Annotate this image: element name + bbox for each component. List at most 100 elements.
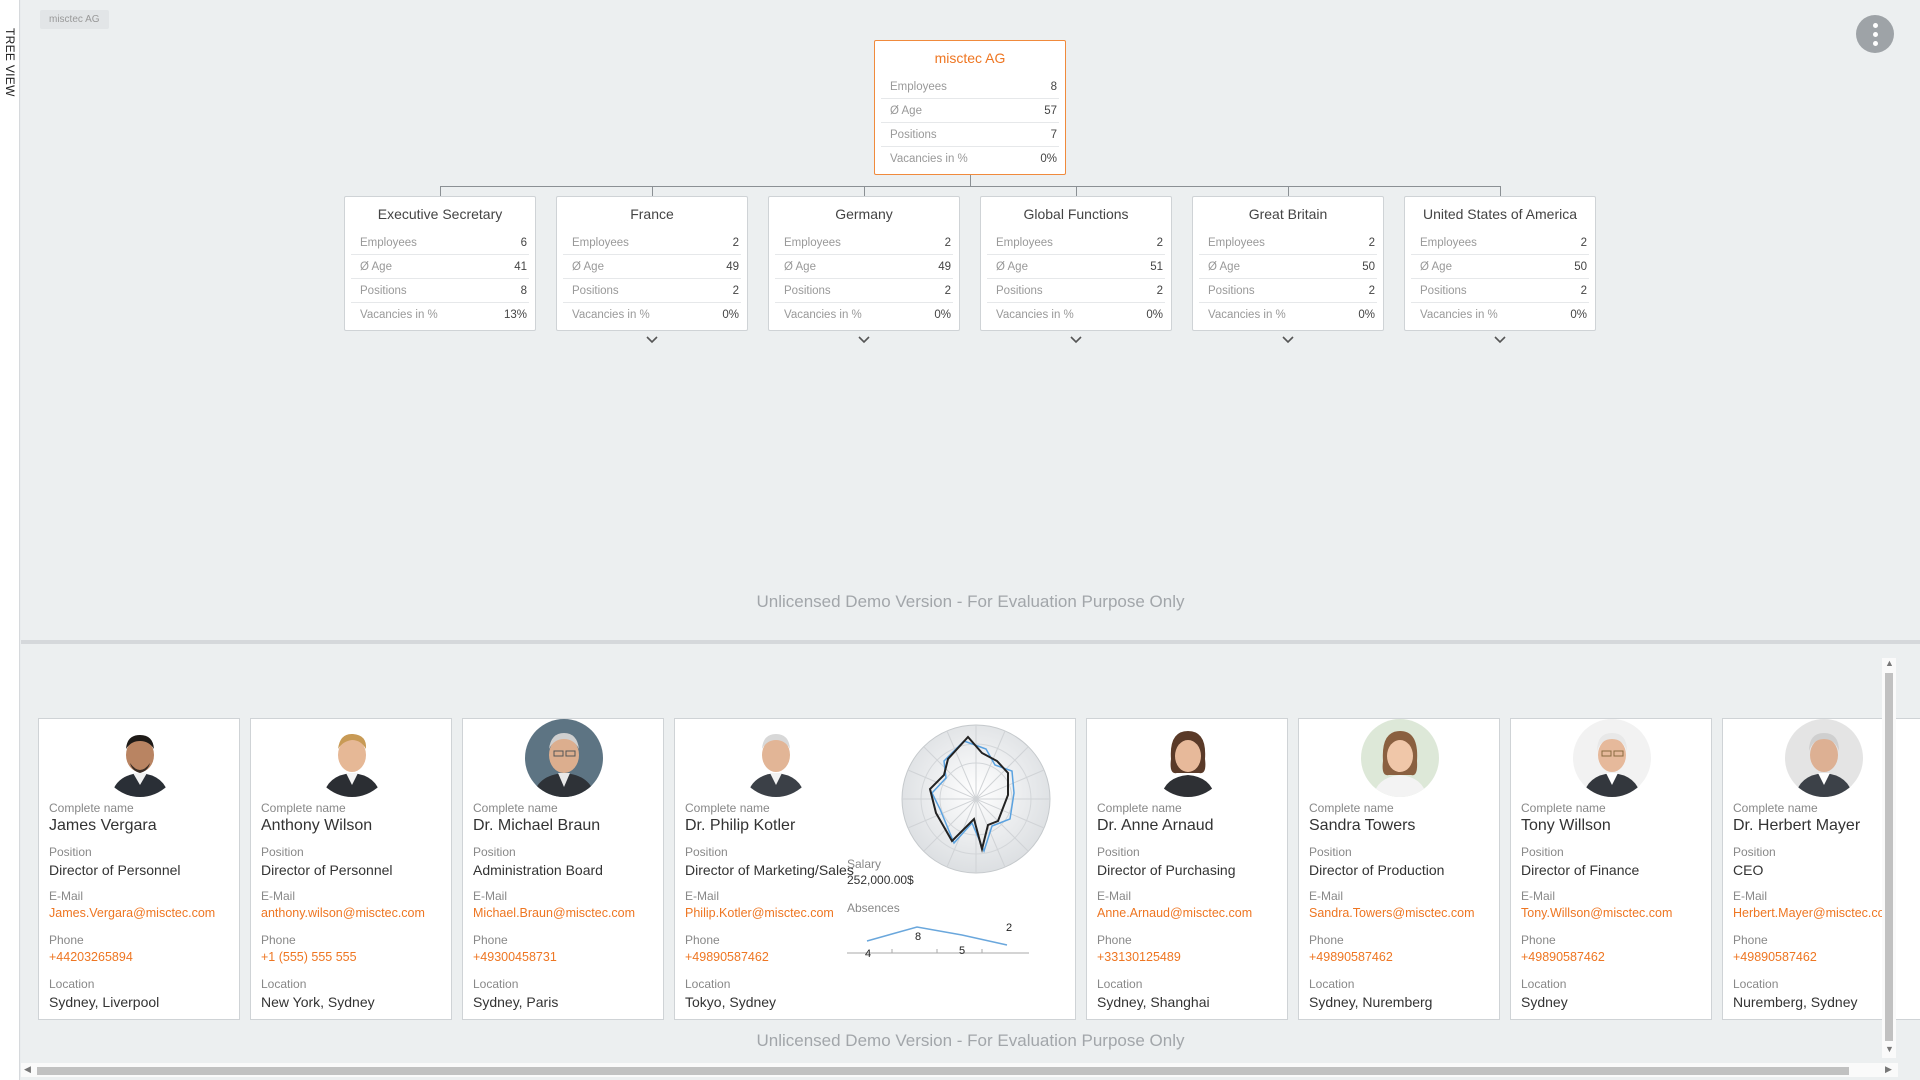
tree-view-label[interactable]: TREE VIEW xyxy=(3,28,17,97)
employee-email[interactable]: anthony.wilson@misctec.com xyxy=(261,906,425,920)
employee-email[interactable]: Michael.Braun@misctec.com xyxy=(473,906,635,920)
scroll-right-icon[interactable]: ▶ xyxy=(1885,1064,1892,1075)
node-title: Global Functions xyxy=(1023,206,1129,222)
label-phone: Phone xyxy=(1521,933,1556,947)
chevron-down-icon[interactable] xyxy=(644,332,660,348)
label-location: Location xyxy=(685,977,731,991)
kpi-label: Employees xyxy=(1208,237,1265,249)
org-node-great-britain[interactable]: Great Britain Employees 2 Ø Age 50 Positio… xyxy=(1192,196,1384,331)
more-vertical-icon[interactable] xyxy=(1856,15,1894,53)
absence-value: 2 xyxy=(1006,922,1013,934)
label-location: Location xyxy=(473,977,519,991)
kpi-employees: Employees 2 xyxy=(1199,231,1377,255)
employee-email[interactable]: Tony.Willson@misctec.com xyxy=(1521,906,1672,920)
scroll-up-icon[interactable]: ▲ xyxy=(1885,658,1894,668)
kpi-label: Vacancies in % xyxy=(1208,309,1286,321)
employee-card-expanded[interactable]: Complete name Dr. Philip Kotler Position… xyxy=(674,718,1076,1020)
kpi-label: Employees xyxy=(360,237,417,249)
chevron-down-icon[interactable] xyxy=(1280,332,1296,348)
kpi-positions: Positions 7 xyxy=(881,123,1059,147)
kpi-value: 50 xyxy=(1574,261,1587,273)
employee-position: CEO xyxy=(1733,862,1764,878)
employee-email[interactable]: Anne.Arnaud@misctec.com xyxy=(1097,906,1252,920)
employee-location: Tokyo, Sydney xyxy=(685,994,777,1010)
org-node-executive-secretary[interactable]: Executive Secretary Employees 6 Ø Age 41 P… xyxy=(344,196,536,331)
kpi-positions: Positions 2 xyxy=(1199,279,1377,303)
kpi-value: 57 xyxy=(1044,105,1057,117)
employee-position: Director of Finance xyxy=(1521,862,1640,878)
label-complete-name: Complete name xyxy=(1309,801,1394,815)
label-email: E-Mail xyxy=(473,889,508,903)
scrollbar-thumb[interactable] xyxy=(1885,673,1893,1041)
label-location: Location xyxy=(49,977,95,991)
employee-name: Dr. Michael Braun xyxy=(473,817,601,834)
breadcrumb[interactable]: misctec AG xyxy=(40,10,109,29)
horizontal-scrollbar[interactable]: ◀ ▶ xyxy=(21,1063,1898,1077)
salary-value: 252,000.00$ xyxy=(847,873,914,887)
employee-card[interactable]: Complete name Dr. Michael Braun Position… xyxy=(462,718,664,1020)
employee-position: Director of Personnel xyxy=(261,862,393,878)
employee-card[interactable]: Complete name Anthony Wilson Position Di… xyxy=(250,718,452,1020)
label-phone: Phone xyxy=(685,933,720,947)
employee-email[interactable]: Philip.Kotler@misctec.com xyxy=(685,906,834,920)
scrollbar-thumb[interactable] xyxy=(37,1067,1849,1075)
employee-location: Sydney, Paris xyxy=(473,994,559,1010)
org-node-germany[interactable]: Germany Employees 2 Ø Age 49 Positions 2 Va… xyxy=(768,196,960,331)
node-title: France xyxy=(630,206,674,222)
employee-email[interactable]: Sandra.Towers@misctec.com xyxy=(1309,906,1475,920)
employee-name: Anthony Wilson xyxy=(261,817,373,834)
kpi-label: Employees xyxy=(784,237,841,249)
kpi-age: Ø Age 50 xyxy=(1411,255,1589,279)
employee-phone[interactable]: +49890587462 xyxy=(1733,950,1817,964)
absence-value: 4 xyxy=(865,948,872,960)
employee-phone[interactable]: +49890587462 xyxy=(1309,950,1393,964)
employee-card[interactable]: Complete name Sandra Towers Position Dir… xyxy=(1298,718,1500,1020)
chevron-down-icon[interactable] xyxy=(1068,332,1084,348)
employee-card[interactable]: Complete name James Vergara Position Dir… xyxy=(38,718,240,1020)
vertical-scrollbar[interactable]: ▲ ▼ xyxy=(1882,658,1896,1058)
employee-card[interactable]: Complete name Dr. Anne Arnaud Position D… xyxy=(1086,718,1288,1020)
employee-location: Sydney, Shanghai xyxy=(1097,994,1210,1010)
kpi-age: Ø Age 49 xyxy=(775,255,953,279)
employee-position: Director of Production xyxy=(1309,862,1445,878)
label-phone: Phone xyxy=(1733,933,1768,947)
avatar xyxy=(737,719,815,797)
employee-name: James Vergara xyxy=(49,817,157,834)
kpi-value: 2 xyxy=(1580,285,1587,297)
scroll-down-icon[interactable]: ▼ xyxy=(1885,1044,1894,1054)
employee-phone[interactable]: +44203265894 xyxy=(49,950,133,964)
employee-card[interactable]: Complete name Tony Willson Position Dire… xyxy=(1510,718,1712,1020)
side-panel-strip[interactable]: TREE VIEW xyxy=(0,0,20,1080)
scroll-left-icon[interactable]: ◀ xyxy=(24,1064,31,1075)
kpi-positions: Positions 2 xyxy=(563,279,741,303)
chevron-down-icon[interactable] xyxy=(856,332,872,348)
kpi-employees: Employees 2 xyxy=(1411,231,1589,255)
kpi-label: Positions xyxy=(1420,285,1467,297)
kpi-employees: Employees 2 xyxy=(775,231,953,255)
label-complete-name: Complete name xyxy=(261,801,346,815)
employee-email[interactable]: James.Vergara@misctec.com xyxy=(49,906,215,920)
employee-phone[interactable]: +1 (555) 555 555 xyxy=(261,950,357,964)
employee-phone[interactable]: +49300458731 xyxy=(473,950,557,964)
org-node-france[interactable]: France Employees 2 Ø Age 49 Positions 2 Vac… xyxy=(556,196,748,331)
org-node-united-states[interactable]: United States of America Employees 2 Ø Ag… xyxy=(1404,196,1596,331)
chevron-down-icon[interactable] xyxy=(1492,332,1508,348)
kpi-value: 2 xyxy=(944,285,951,297)
kpi-value: 49 xyxy=(938,261,951,273)
kpi-label: Positions xyxy=(784,285,831,297)
kpi-value: 8 xyxy=(1050,81,1057,93)
absence-value: 5 xyxy=(959,945,966,957)
employee-email[interactable]: Herbert.Mayer@misctec.com xyxy=(1733,906,1895,920)
employee-phone[interactable]: +49890587462 xyxy=(1521,950,1605,964)
node-title: misctec AG xyxy=(934,50,1006,66)
employee-phone[interactable]: +33130125489 xyxy=(1097,950,1181,964)
employee-phone[interactable]: +49890587462 xyxy=(685,950,769,964)
org-node-global-functions[interactable]: Global Functions Employees 2 Ø Age 51 Posi… xyxy=(980,196,1172,331)
label-email: E-Mail xyxy=(685,889,720,903)
label-complete-name: Complete name xyxy=(685,801,770,815)
label-location: Location xyxy=(1521,977,1567,991)
kpi-value: 0% xyxy=(934,309,951,321)
kpi-value: 2 xyxy=(732,285,739,297)
label-phone: Phone xyxy=(1309,933,1344,947)
org-node-root[interactable]: misctec AG Employees 8 Ø Age 57 Positions 7… xyxy=(874,40,1066,175)
